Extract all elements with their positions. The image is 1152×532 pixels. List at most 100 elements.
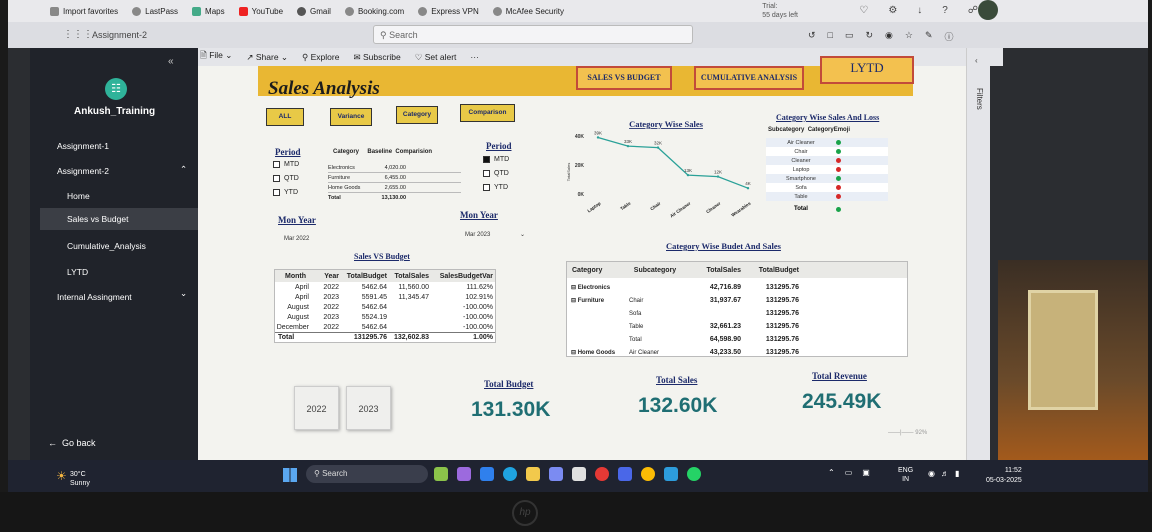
green-status-dot-icon [836, 206, 841, 212]
bookmark-maps[interactable]: Maps [192, 6, 225, 16]
help-icon[interactable]: ? [942, 5, 948, 16]
search-input[interactable]: ⚲ Search [373, 25, 693, 44]
nav-item-home[interactable]: Home [67, 191, 90, 201]
comment-icon[interactable]: ◉ [885, 30, 893, 43]
teams-icon[interactable] [618, 467, 632, 481]
cell: ⊟ Furniture [571, 298, 605, 304]
bookmark-icon[interactable]: □ [828, 30, 833, 43]
bell-icon[interactable]: ♡ [859, 5, 868, 16]
year-2022-button[interactable]: 2022 [294, 386, 339, 430]
nav-item-cumulative-analysis[interactable]: Cumulative_Analysis [67, 241, 146, 251]
chevron-left-icon[interactable]: ‹ [975, 56, 978, 65]
mon-year-right-dropdown[interactable]: Mar 2023 ⌄ [465, 231, 525, 238]
volume-icon[interactable]: ♬ [941, 469, 949, 478]
set-alert-button[interactable]: ♡ Set alert [415, 52, 457, 63]
bookmark-lastpass[interactable]: LastPass [132, 6, 178, 16]
bookmark-booking[interactable]: Booking.com [344, 6, 405, 16]
share-menu[interactable]: ↗ Share ⌄ [246, 52, 288, 63]
star-icon[interactable]: ☆ [905, 30, 913, 43]
bookmark-expressvpn[interactable]: Express VPN [418, 6, 479, 16]
x-tick-label: Cleaner [705, 201, 722, 215]
copilot-icon[interactable] [457, 467, 471, 481]
avatar[interactable] [978, 0, 998, 20]
red-status-dot-icon [836, 194, 841, 199]
mon-year-left-dropdown[interactable]: Mar 2022 [284, 236, 309, 242]
year-2023-button[interactable]: 2023 [346, 386, 391, 430]
battery-status-icon[interactable]: ▮ [955, 469, 959, 478]
filter-comparison-button[interactable]: Comparison [460, 104, 515, 122]
go-back-button[interactable]: ← Go back [48, 438, 96, 448]
bookmark-mcafee[interactable]: McAfee Security [492, 6, 564, 16]
undo-icon[interactable]: ↺ [808, 30, 816, 43]
view-icon[interactable]: ▭ [845, 30, 854, 43]
photos-icon[interactable] [664, 467, 678, 481]
sales-vs-budget-nav-button[interactable]: SALES VS BUDGET [576, 66, 672, 90]
option-label: MTD [494, 156, 510, 163]
display-icon[interactable]: ▣ [862, 468, 870, 477]
opera-icon[interactable] [595, 467, 609, 481]
weather-widget[interactable]: 30°C Sunny [70, 470, 90, 488]
battery-icon[interactable]: ▭ [845, 468, 853, 477]
filter-category-button[interactable]: Category [396, 106, 438, 124]
period-right-mtd[interactable]: MTD [483, 156, 509, 163]
nav-item-sales-vs-budget[interactable]: Sales vs Budget [40, 208, 198, 230]
bookmark-youtube[interactable]: YouTube [238, 6, 283, 16]
widgets-icon[interactable] [434, 467, 448, 481]
download-icon[interactable]: ↓ [917, 5, 922, 16]
clock[interactable]: 11:52 05-03-2025 [986, 466, 1022, 486]
period-left-ytd[interactable]: YTD [273, 189, 298, 196]
cell: Air Cleaner [629, 349, 660, 356]
edge-icon[interactable] [503, 467, 517, 481]
cell: Sofa [629, 310, 642, 317]
period-right-ytd[interactable]: YTD [483, 184, 508, 191]
filters-pane[interactable]: ‹ Filters [966, 48, 990, 460]
explore-button[interactable]: ⚲ Explore [302, 52, 339, 63]
info-icon[interactable]: ⓘ [945, 30, 954, 43]
col-header: Comparision [395, 149, 433, 155]
more-options-icon[interactable]: ··· [470, 52, 479, 62]
subscribe-button[interactable]: ✉ Subscribe [353, 52, 400, 63]
refresh-icon[interactable]: ↻ [866, 30, 874, 43]
period-left-mtd[interactable]: MTD [273, 161, 299, 168]
bookmark-import[interactable]: Import favorites [50, 6, 118, 16]
y-tick-label: 20K [575, 163, 585, 169]
wifi-icon[interactable]: ◉ [928, 469, 935, 478]
app-launcher-icon[interactable]: ⋮⋮⋮ [63, 29, 93, 40]
share-icon[interactable]: ☍ [968, 5, 978, 16]
filter-variance-button[interactable]: Variance [330, 108, 372, 126]
chevron-up-icon[interactable]: ⌃ [828, 468, 835, 477]
taskbar-search[interactable]: ⚲ Search [306, 465, 428, 483]
chevron-up-icon[interactable]: ⌃ [180, 164, 187, 175]
period-right-qtd[interactable]: QTD [483, 170, 509, 177]
chrome-icon[interactable] [641, 467, 655, 481]
zoom-level[interactable]: ——|—— 92% [888, 430, 927, 436]
bookmark-label: Booking.com [357, 6, 405, 16]
bookmark-gmail[interactable]: Gmail [297, 6, 331, 16]
cumulative-analysis-nav-button[interactable]: CUMULATIVE ANALYSIS [694, 66, 804, 90]
chevron-down-icon[interactable]: ⌄ [180, 288, 187, 299]
app-name[interactable]: Assignment-2 [92, 30, 147, 40]
filter-all-button[interactable]: ALL [266, 108, 304, 126]
vscode-icon[interactable] [480, 467, 494, 481]
gear-icon[interactable]: ⚙ [888, 5, 897, 16]
language-indicator[interactable]: ENG IN [898, 466, 913, 484]
checkbox-icon [273, 175, 280, 182]
nav-item-lytd[interactable]: LYTD [67, 267, 88, 277]
cell: Home Goods [328, 184, 361, 191]
subcategory-name: Smartphone [786, 175, 816, 182]
period-left-qtd[interactable]: QTD [273, 175, 299, 182]
nav-item-assignment-2[interactable]: Assignment-2 [57, 166, 109, 176]
file-explorer-icon[interactable] [526, 467, 540, 481]
table-row: Table 32,661.23 131295.76 [567, 320, 907, 333]
windows-start-icon[interactable] [283, 468, 297, 482]
nav-item-internal-assignment[interactable]: Internal Assingment [57, 292, 132, 302]
collapse-icon[interactable]: « [168, 56, 174, 67]
nav-item-assignment-1[interactable]: Assignment-1 [57, 141, 109, 151]
file-menu[interactable]: 🗎 File ⌄ [200, 50, 232, 64]
edit-icon[interactable]: ✎ [925, 30, 933, 43]
app-icon[interactable] [549, 467, 563, 481]
whatsapp-icon[interactable] [687, 467, 701, 481]
store-icon[interactable] [572, 467, 586, 481]
zoom-slider[interactable]: ——|—— [888, 430, 914, 436]
lytd-nav-button[interactable]: LYTD [820, 56, 914, 84]
